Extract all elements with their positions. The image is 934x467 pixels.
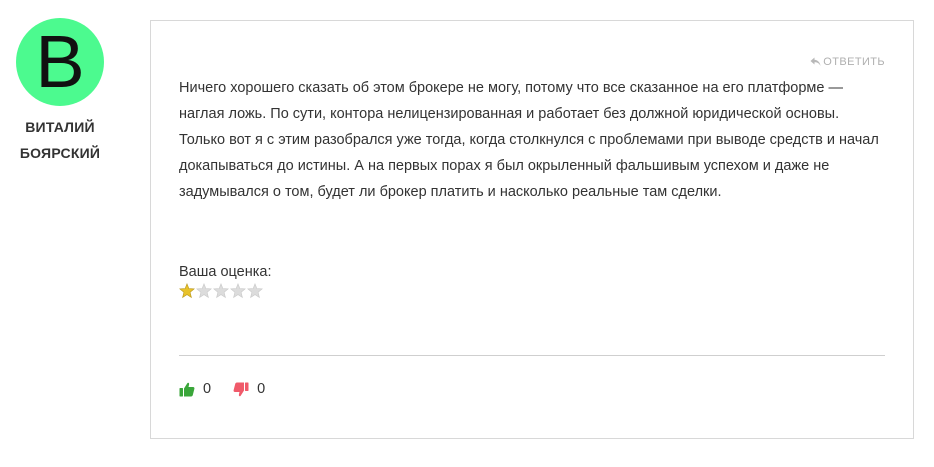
thumbs-up-icon — [179, 382, 195, 396]
comment-text: Ничего хорошего сказать об этом брокере … — [179, 80, 879, 200]
avatar-initial: B — [35, 20, 85, 103]
comment-card: ОТВЕТИТЬ Ничего хорошего сказать об этом… — [150, 20, 914, 439]
star-icon[interactable] — [247, 283, 263, 299]
vote-bar: 0 0 — [179, 381, 265, 397]
star-icon[interactable] — [213, 283, 229, 299]
star-icon[interactable] — [230, 283, 246, 299]
reply-arrow-icon — [810, 57, 821, 66]
like-count: 0 — [203, 381, 212, 397]
star-rating[interactable] — [179, 283, 272, 299]
avatar: B — [16, 18, 104, 106]
divider — [179, 355, 885, 356]
comment-author: B ВИТАЛИЙ БОЯРСКИЙ — [10, 18, 110, 166]
author-name: ВИТАЛИЙ БОЯРСКИЙ — [10, 114, 110, 166]
author-last-name: БОЯРСКИЙ — [19, 145, 101, 161]
thumbs-down-icon — [233, 382, 249, 396]
reply-label: ОТВЕТИТЬ — [823, 56, 885, 68]
star-icon[interactable] — [196, 283, 212, 299]
author-first-name: ВИТАЛИЙ — [25, 119, 95, 135]
like-button[interactable]: 0 — [179, 381, 211, 397]
rating-label: Ваша оценка: — [179, 264, 272, 280]
dislike-button[interactable]: 0 — [233, 381, 265, 397]
reply-button[interactable]: ОТВЕТИТЬ — [810, 56, 885, 68]
rating-block: Ваша оценка: — [179, 263, 272, 299]
dislike-count: 0 — [257, 381, 266, 397]
star-icon[interactable] — [179, 283, 195, 299]
